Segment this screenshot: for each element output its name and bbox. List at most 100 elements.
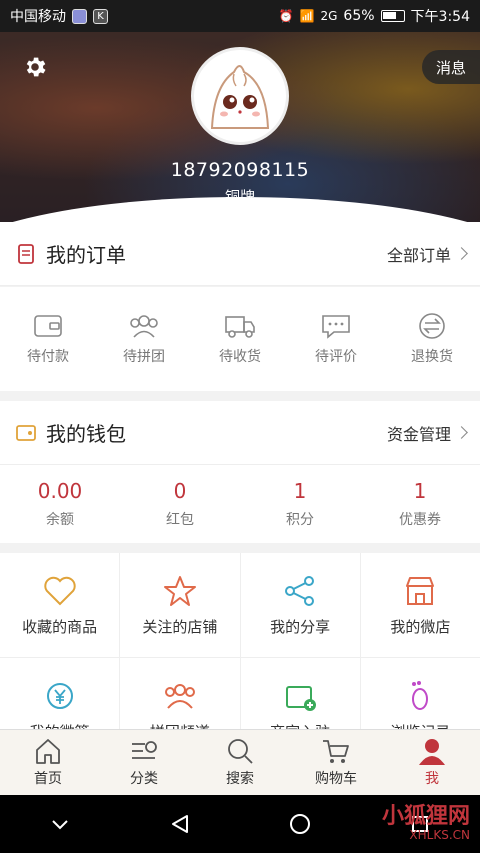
wallet-stats-row: 0.00 余额 0 红包 1 积分 1 优惠券 [0,465,480,543]
tab-cart[interactable]: 购物车 [288,730,384,795]
tab-category-label: 分类 [130,771,158,787]
category-list-icon [132,741,157,759]
group-buy-channel-label: 拼团频道 [150,721,210,730]
tab-search[interactable]: 搜索 [192,730,288,795]
nav-home-button[interactable] [280,804,320,844]
my-shares-label: 我的分享 [270,617,331,636]
order-pending-delivery[interactable]: 待收货 [192,287,288,391]
app-notification-icon [72,8,87,24]
order-return-exchange[interactable]: 退换货 [384,287,480,391]
order-pending-group[interactable]: 待拼团 [96,287,192,391]
wallet-points-label: 积分 [286,512,314,528]
my-basket-label: 我的微篮 [30,721,90,730]
yuan-coin-icon [46,682,73,709]
share-icon [285,575,315,606]
all-orders-label: 全部订单 [386,245,451,265]
followed-shops[interactable]: 关注的店铺 [120,553,240,657]
group-buy-channel[interactable]: 拼团频道 [120,658,240,730]
watermark-sub: XHLKS.CN [409,828,470,843]
wallet-balance-value: 0.00 [37,479,83,503]
exchange-icon [419,313,445,339]
truck-icon [225,316,255,338]
wifi-icon: 📶 [299,9,315,23]
order-pending-review-label: 待评价 [315,349,357,365]
order-pending-delivery-label: 待收货 [219,349,261,365]
settings-gear-icon[interactable] [22,54,48,80]
wallet-points-value: 1 [293,479,307,503]
footprint-icon [412,680,429,710]
order-pending-review[interactable]: 待评价 [288,287,384,391]
all-orders-link[interactable]: 全部订单 [386,242,468,266]
tab-home[interactable]: 首页 [0,730,96,795]
home-icon [36,739,60,764]
nav-back-button[interactable] [160,804,200,844]
my-shares[interactable]: 我的分享 [240,553,360,657]
order-pending-payment-label: 待付款 [27,349,69,365]
favorite-products[interactable]: 收藏的商品 [0,553,120,657]
wallet-coupons-value: 1 [413,479,427,503]
wallet-coupons[interactable]: 1 优惠券 [360,465,480,543]
nav-collapse-button[interactable] [40,804,80,844]
avatar[interactable] [191,47,289,145]
search-icon [228,739,253,764]
group-icon [164,683,195,709]
battery-icon [380,10,405,22]
browse-history[interactable]: 浏览记录 [360,658,480,729]
heart-icon [43,576,76,605]
order-pending-group-label: 待拼团 [123,349,165,365]
order-status-row: 待付款 待拼团 待收货 待评价 退换货 [0,287,480,391]
fund-management-link[interactable]: 资金管理 [386,421,468,445]
chevron-right-icon [455,426,468,439]
wallet-balance[interactable]: 0.00 余额 [0,465,120,543]
wallet-red-packet-label: 红包 [166,512,194,528]
my-microshop[interactable]: 我的微店 [360,553,480,657]
cart-icon [323,740,349,763]
status-bar: 中国移动 K ⏰ 📶 2G 65% 下午3:54 [0,0,480,32]
orders-title: 我的订单 [46,243,126,267]
merchant-join[interactable]: 商家入驻 [240,658,360,730]
network-type-label: 2G [320,9,338,23]
followed-shops-label: 关注的店铺 [142,617,218,636]
back-triangle-icon [172,815,188,833]
bottom-tab-bar: 首页 分类 搜索 购物车 我 [0,729,480,795]
user-icon [419,739,445,765]
order-return-exchange-label: 退换货 [411,349,453,365]
chevron-down-icon [52,820,68,830]
wallet-header: 我的钱包 资金管理 [0,401,480,465]
screen: { "status_bar": {"carrier": "中国移动", "net… [0,0,480,853]
carrier-label: 中国移动 [10,9,66,25]
orders-header: 我的订单 全部订单 [0,222,480,286]
wallet-coupons-label: 优惠券 [399,512,441,528]
my-basket[interactable]: 我的微篮 [0,658,120,730]
wallet-red-packet-value: 0 [173,479,187,503]
tab-me-label: 我 [425,771,439,787]
order-document-icon [18,243,34,264]
battery-percent: 65% [343,8,375,24]
merchant-join-label: 商家入驻 [270,721,330,730]
wallet-title: 我的钱包 [46,422,126,446]
clock: 下午3:54 [410,9,470,25]
profile-header: 消息 18792098115 铜牌 [0,32,480,222]
messages-button[interactable]: 消息 [421,50,480,84]
tab-category[interactable]: 分类 [96,730,192,795]
avatar-face-icon [210,65,270,129]
wallet-icon [34,315,62,337]
comment-icon [322,315,350,339]
order-pending-payment[interactable]: 待付款 [0,287,96,391]
watermark: 小狐狸网 XHLKS.CN [381,804,470,843]
wallet-red-packet[interactable]: 0 红包 [120,465,240,543]
tab-home-label: 首页 [34,771,62,787]
tab-search-label: 搜索 [226,771,254,787]
services-grid: 收藏的商品 关注的店铺 我的分享 我的微店 我的微篮 拼团频道 商家入驻 浏览记… [0,553,480,729]
member-level: 铜牌 [224,188,255,206]
chevron-right-icon [455,247,468,260]
shop-add-icon [286,685,317,711]
wallet-points[interactable]: 1 积分 [240,465,360,543]
fund-management-label: 资金管理 [386,424,451,444]
home-circle-icon [290,814,310,834]
favorite-products-label: 收藏的商品 [22,617,98,636]
user-phone: 18792098115 [170,159,310,181]
tab-me[interactable]: 我 [384,730,480,795]
my-microshop-label: 我的微店 [390,617,451,636]
watermark-main: 小狐狸网 [381,804,470,829]
